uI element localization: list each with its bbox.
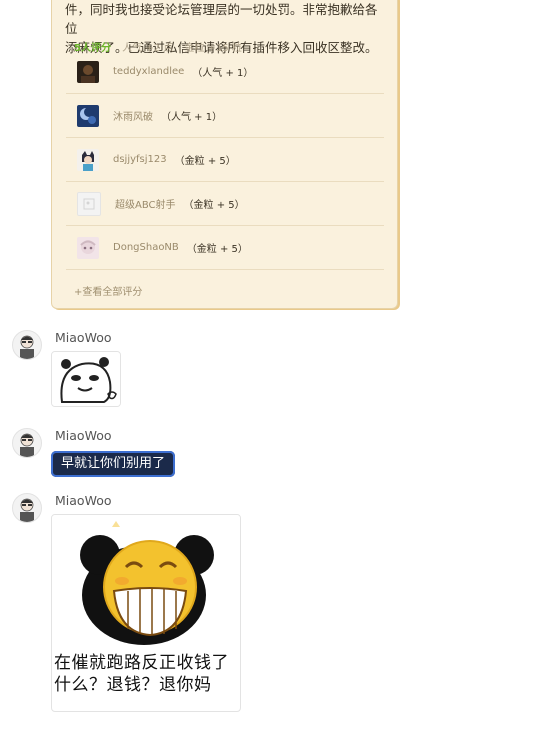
grinning-panda-sticker[interactable]: 在催就跑路反正收钱了 什么？退钱？退你妈 [51, 514, 241, 712]
rater-score: （金粒 + 5） [186, 244, 248, 255]
user-avatar[interactable] [12, 330, 42, 360]
rater-score: （金粒 + 5） [174, 156, 236, 167]
rater-row: 超级ABC射手 （金粒 + 5） [66, 182, 384, 226]
rater-name[interactable]: teddyxlandlee [113, 66, 184, 77]
message-bubble[interactable]: 早就让你们别用了 [51, 451, 176, 477]
sticker-caption: 在催就跑路反正收钱了 什么？退钱？退你妈 [54, 653, 229, 695]
rater-row: dsjjyfsj123 （金粒 + 5） [66, 138, 384, 182]
rater-name[interactable]: DongShaoNB [113, 242, 179, 253]
panda-meme-sticker[interactable] [51, 351, 121, 407]
view-all-ratings-link[interactable]: +查看全部评分 [74, 283, 142, 298]
rater-name[interactable]: dsjjyfsj123 [113, 154, 167, 165]
moon-night-avatar[interactable] [77, 104, 99, 127]
rater-score: （金粒 + 5） [183, 200, 245, 211]
rater-row: teddyxlandlee （人气 + 1） [66, 50, 384, 94]
user-avatar[interactable] [12, 493, 42, 523]
dark-portrait-avatar[interactable] [77, 60, 99, 83]
default-avatar[interactable] [77, 191, 101, 216]
cat-character-avatar[interactable] [77, 148, 99, 171]
rater-list: teddyxlandlee （人气 + 1） 沐雨风破 （人气 + 1） dsj… [66, 50, 384, 270]
post-rating-card: 件，同时我也接受论坛管理层的一切处罚。非常抱歉给各位 添麻烦了。已通过私信申请将… [51, 0, 398, 309]
rater-score: （人气 + 1） [192, 68, 254, 79]
rater-row: 沐雨风破 （人气 + 1） [66, 94, 384, 138]
user-avatar[interactable] [12, 428, 42, 458]
sender-name[interactable]: MiaoWoo [55, 428, 112, 443]
rater-score: （人气 + 1） [161, 112, 223, 123]
sender-name[interactable]: MiaoWoo [55, 330, 112, 345]
rater-name[interactable]: 超级ABC射手 [115, 196, 176, 211]
anime-girl-avatar[interactable] [77, 236, 99, 259]
rater-row: DongShaoNB （金粒 + 5） [66, 226, 384, 270]
sender-name[interactable]: MiaoWoo [55, 493, 112, 508]
rater-name[interactable]: 沐雨风破 [113, 108, 153, 123]
